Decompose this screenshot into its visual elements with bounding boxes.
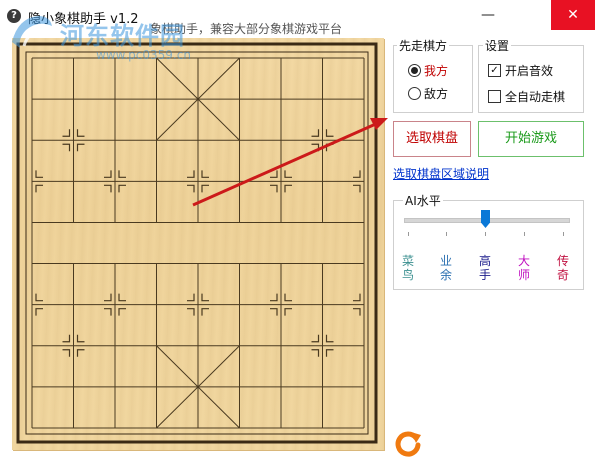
position-marker [325, 143, 334, 152]
position-marker [76, 143, 85, 152]
position-marker [104, 184, 112, 193]
radio-enemy-side-label[interactable]: 敌方 [424, 85, 448, 102]
close-button[interactable]: ✕ [551, 0, 595, 30]
position-marker [62, 129, 71, 137]
position-marker [76, 334, 85, 343]
position-marker [187, 293, 195, 302]
settings-title: 设置 [483, 37, 512, 54]
position-marker [270, 308, 278, 316]
position-marker [201, 184, 209, 193]
first-move-group [393, 45, 473, 113]
slider-tick [446, 232, 447, 236]
board-grid [16, 42, 378, 444]
app-window: ? 隐小象棋助手 v1.2 象棋助手，兼容大部分象棋游戏平台 — ✕ 河东软件园… [0, 0, 595, 464]
position-marker [270, 184, 278, 193]
position-marker [284, 170, 292, 178]
position-marker [311, 334, 320, 343]
position-marker [284, 184, 292, 193]
position-marker [118, 293, 126, 302]
sound-checkbox[interactable]: ✓ [488, 64, 501, 77]
slider-tick [563, 232, 564, 236]
position-marker [35, 170, 43, 178]
position-marker [284, 308, 292, 316]
position-marker [311, 129, 320, 137]
position-marker [325, 349, 334, 357]
chess-board[interactable] [12, 38, 384, 450]
position-marker [353, 184, 361, 193]
slider-tick [408, 232, 409, 236]
radio-enemy-side[interactable] [408, 87, 421, 100]
position-marker [104, 293, 112, 302]
radio-my-side[interactable] [408, 64, 421, 77]
position-marker [311, 349, 320, 357]
select-board-button[interactable]: 选取棋盘 [393, 121, 471, 157]
sound-label[interactable]: 开启音效 [505, 62, 553, 79]
position-marker [62, 349, 71, 357]
refresh-icon[interactable] [394, 429, 422, 457]
ai-level-2: 业余 [439, 254, 452, 282]
ai-level-5: 传奇 [556, 254, 569, 282]
position-marker [76, 129, 85, 137]
position-marker [284, 293, 292, 302]
select-board-help-link[interactable]: 选取棋盘区域说明 [393, 165, 489, 182]
watermark-logo-icon [12, 16, 52, 48]
ai-level-3: 高手 [478, 254, 491, 282]
start-game-button[interactable]: 开始游戏 [478, 121, 584, 157]
position-marker [62, 334, 71, 343]
watermark-text: 河东软件园 [60, 22, 185, 50]
position-marker [201, 170, 209, 178]
minimize-button[interactable]: — [468, 0, 508, 30]
first-move-title: 先走棋方 [397, 37, 450, 54]
ai-level-title: AI水平 [403, 192, 443, 209]
radio-my-side-label[interactable]: 我方 [424, 62, 448, 79]
position-marker [187, 170, 195, 178]
position-marker [104, 170, 112, 178]
position-marker [311, 143, 320, 152]
position-marker [201, 308, 209, 316]
slider-tick [485, 232, 486, 236]
position-marker [76, 349, 85, 357]
position-marker [62, 143, 71, 152]
position-marker [325, 129, 334, 137]
auto-move-label[interactable]: 全自动走棋 [505, 88, 565, 105]
ai-level-1: 菜鸟 [401, 254, 414, 282]
position-marker [35, 308, 43, 316]
position-marker [353, 293, 361, 302]
position-marker [325, 334, 334, 343]
position-marker [118, 308, 126, 316]
position-marker [353, 308, 361, 316]
ai-level-4: 大师 [517, 254, 530, 282]
auto-move-checkbox[interactable] [488, 90, 501, 103]
position-marker [353, 170, 361, 178]
radio-selected-dot [411, 67, 418, 74]
watermark-url: www.pc0359.cn [96, 48, 191, 62]
position-marker [201, 293, 209, 302]
position-marker [270, 170, 278, 178]
position-marker [35, 293, 43, 302]
position-marker [270, 293, 278, 302]
slider-tick [524, 232, 525, 236]
position-marker [118, 170, 126, 178]
position-marker [187, 184, 195, 193]
position-marker [104, 308, 112, 316]
position-marker [187, 308, 195, 316]
position-marker [118, 184, 126, 193]
board-inner-frame [25, 51, 369, 435]
position-marker [35, 184, 43, 193]
